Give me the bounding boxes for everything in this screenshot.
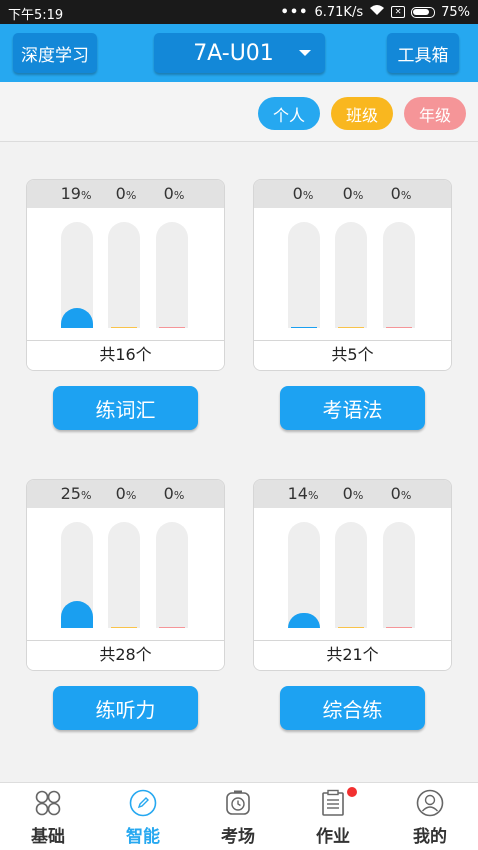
bar-fill (61, 601, 93, 628)
tab-homework[interactable]: 作业 (293, 787, 373, 847)
percent-personal: 0% (292, 184, 314, 203)
filter-grade[interactable]: 年级 (404, 97, 466, 130)
percent-class: 0% (342, 484, 364, 503)
percent-grade: 0% (163, 184, 185, 203)
filter-class[interactable]: 班级 (331, 97, 393, 130)
bar-grade (383, 222, 415, 328)
no-sim-icon: ✕ (391, 6, 406, 18)
total-count: 共16个 (27, 340, 224, 370)
bar-baseline (338, 627, 364, 628)
bar-baseline (159, 327, 185, 328)
battery-percent: 75% (441, 4, 470, 20)
bar-personal (288, 522, 320, 628)
status-time: 下午5:19 (8, 8, 64, 23)
user-icon (416, 789, 444, 817)
app-header: 深度学习 7A-U01 工具箱 (0, 24, 478, 82)
bar-personal (61, 222, 93, 328)
bar-baseline (111, 327, 137, 328)
percent-class: 0% (115, 484, 137, 503)
unit-selector[interactable]: 7A-U01 (154, 33, 325, 73)
chevron-down-icon (299, 50, 311, 56)
stats-card-listening: 25% 0% 0% 共28个 (26, 479, 225, 671)
test-grammar-button[interactable]: 考语法 (280, 386, 425, 430)
filter-personal[interactable]: 个人 (258, 97, 320, 130)
tab-mine[interactable]: 我的 (390, 787, 470, 847)
clipboard-icon (322, 789, 344, 816)
percent-grade: 0% (390, 484, 412, 503)
bar-class (108, 222, 140, 328)
percent-class: 0% (115, 184, 137, 203)
tab-label: 基础 (31, 827, 65, 847)
bar-fill (61, 308, 93, 328)
bar-personal (288, 222, 320, 328)
percent-row: 0% 0% 0% (254, 180, 451, 208)
percent-row: 19% 0% 0% (27, 180, 224, 208)
tab-smart[interactable]: 智能 (103, 787, 183, 847)
unit-selector-label: 7A-U01 (193, 40, 274, 66)
bar-fill (288, 613, 320, 628)
comprehensive-practice-button[interactable]: 综合练 (280, 686, 425, 730)
bar-class (335, 222, 367, 328)
total-count: 共28个 (27, 640, 224, 670)
clock-icon (226, 790, 250, 815)
bar-grade (156, 522, 188, 628)
total-count: 共21个 (254, 640, 451, 670)
tab-label: 作业 (316, 827, 350, 847)
bar-baseline (111, 627, 137, 628)
network-speed: 6.71K/s (314, 4, 364, 20)
bar-class (108, 522, 140, 628)
tab-exam[interactable]: 考场 (198, 787, 278, 847)
wifi-icon (369, 4, 385, 20)
bar-baseline (386, 627, 412, 628)
deep-learning-button[interactable]: 深度学习 (13, 33, 97, 73)
bottom-tab-bar: 基础 智能 考场 作业 我的 (0, 782, 478, 850)
battery-icon (411, 6, 436, 18)
percent-personal: 14% (287, 484, 319, 503)
percent-personal: 25% (60, 484, 92, 503)
bar-personal (61, 522, 93, 628)
bar-class (335, 522, 367, 628)
tab-label: 考场 (221, 827, 255, 847)
toolbox-button[interactable]: 工具箱 (387, 33, 459, 73)
percent-row: 14% 0% 0% (254, 480, 451, 508)
percent-personal: 19% (60, 184, 92, 203)
filter-bar: 个人 班级 年级 (0, 82, 478, 142)
bar-baseline (338, 327, 364, 328)
total-count: 共5个 (254, 340, 451, 370)
stats-card-comprehensive: 14% 0% 0% 共21个 (253, 479, 452, 671)
bar-grade (156, 222, 188, 328)
pencil-icon (129, 789, 157, 817)
tab-label: 智能 (126, 827, 160, 847)
status-icons: ••• 6.71K/s ✕ 75% (281, 4, 470, 20)
percent-row: 25% 0% 0% (27, 480, 224, 508)
percent-class: 0% (342, 184, 364, 203)
stats-card-vocabulary: 19% 0% 0% 共16个 (26, 179, 225, 371)
bar-grade (383, 522, 415, 628)
bar-baseline (386, 327, 412, 328)
status-bar: 下午5:19 ••• 6.71K/s ✕ 75% (0, 0, 478, 24)
percent-grade: 0% (390, 184, 412, 203)
practice-listening-button[interactable]: 练听力 (53, 686, 198, 730)
more-dots-icon: ••• (280, 4, 309, 20)
practice-vocabulary-button[interactable]: 练词汇 (53, 386, 198, 430)
stats-card-grammar: 0% 0% 0% 共5个 (253, 179, 452, 371)
bar-baseline (159, 627, 185, 628)
tab-basics[interactable]: 基础 (8, 787, 88, 847)
percent-grade: 0% (163, 484, 185, 503)
tab-label: 我的 (413, 827, 447, 847)
grid-icon (35, 790, 61, 816)
bar-baseline (291, 327, 317, 328)
notification-badge (347, 787, 357, 797)
